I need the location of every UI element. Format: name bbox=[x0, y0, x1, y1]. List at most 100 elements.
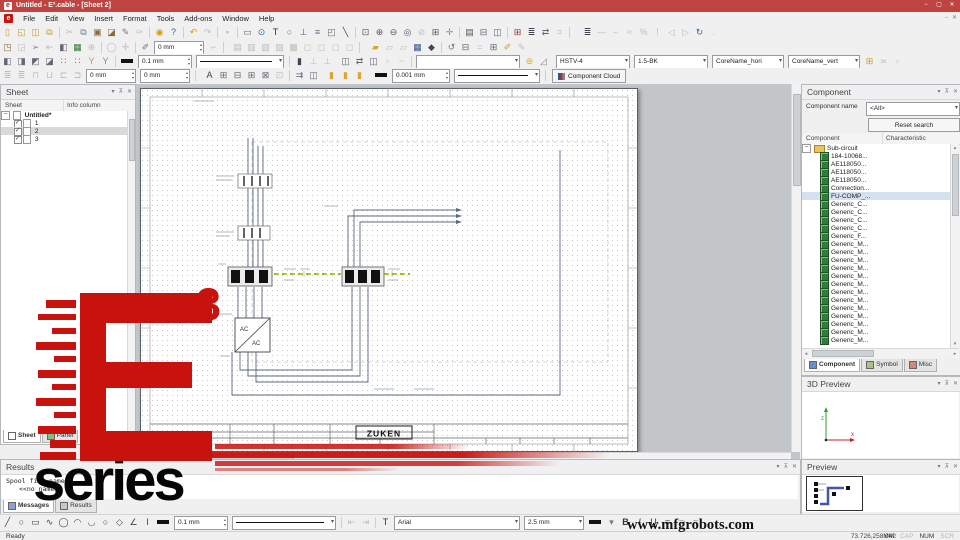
fill-dark-icon[interactable]: ▮ bbox=[293, 55, 306, 68]
dist-a-icon[interactable]: ≣ bbox=[1, 69, 14, 82]
panel-menu-icon[interactable]: ▾ bbox=[938, 377, 941, 391]
component-cloud-button[interactable]: Component Cloud bbox=[552, 69, 626, 83]
component-item[interactable]: Generic_M... bbox=[802, 320, 951, 328]
block-dark-icon[interactable]: ◆ bbox=[425, 41, 438, 54]
component-item[interactable]: Generic_M... bbox=[802, 336, 951, 344]
menu-help[interactable]: Help bbox=[254, 12, 279, 25]
circle-tool-icon[interactable]: ○ bbox=[283, 26, 296, 39]
zoom-prev-icon[interactable]: ⊘ bbox=[415, 26, 428, 39]
pos-y-spinner[interactable]: 0 mm bbox=[140, 69, 190, 83]
pen-edit-icon[interactable]: ✐ bbox=[501, 41, 514, 54]
draw-ibeam-icon[interactable]: I bbox=[141, 516, 154, 529]
component-col2[interactable]: Characteristic bbox=[882, 133, 926, 144]
component-item[interactable]: AE118050... bbox=[802, 168, 951, 176]
target-icon[interactable]: ⊕ bbox=[85, 41, 98, 54]
menu-edit[interactable]: Edit bbox=[40, 12, 63, 25]
grid-c-icon[interactable]: ▧ bbox=[259, 41, 272, 54]
preview-thumbnail[interactable] bbox=[806, 476, 864, 512]
scroll-down-icon[interactable]: ▾ bbox=[951, 340, 959, 348]
move-sheet-icon[interactable]: ⇤ bbox=[43, 41, 56, 54]
panel-menu-icon[interactable]: ▾ bbox=[777, 460, 780, 474]
menu-insert[interactable]: Insert bbox=[89, 12, 118, 25]
sheet-checkbox[interactable] bbox=[14, 136, 22, 144]
panel-close-icon[interactable]: ✕ bbox=[953, 460, 958, 474]
sheet-new-icon[interactable]: ◳ bbox=[1, 41, 14, 54]
component-hscrollbar[interactable]: ◂ ▸ bbox=[802, 348, 959, 358]
zoom-out-icon[interactable]: ⊖ bbox=[387, 26, 400, 39]
panel-close-icon[interactable]: ✕ bbox=[792, 460, 797, 474]
warning-icon[interactable]: ! bbox=[651, 26, 664, 39]
app-menu-icon[interactable]: e bbox=[4, 14, 13, 23]
sheet-ref2-icon[interactable]: ◫ bbox=[367, 55, 380, 68]
panel-menu-icon[interactable]: ▾ bbox=[938, 85, 941, 99]
block-b-icon[interactable]: ▱ bbox=[383, 41, 396, 54]
grid-d-icon[interactable]: ▨ bbox=[273, 41, 286, 54]
tab-panel[interactable]: Panel bbox=[42, 430, 79, 443]
pindots-a-icon[interactable]: ∷ bbox=[57, 55, 70, 68]
save-icon[interactable]: ◫ bbox=[29, 26, 42, 39]
marker-icon[interactable]: ▪ bbox=[221, 26, 234, 39]
component-folder-row[interactable]: −Sub-circuit bbox=[802, 144, 951, 152]
default-dim-spinner[interactable]: 0 mm bbox=[154, 41, 204, 55]
layers-icon[interactable]: ◧ bbox=[57, 41, 70, 54]
dash-a-icon[interactable]: — bbox=[595, 26, 608, 39]
menu-addons[interactable]: Add-ons bbox=[179, 12, 217, 25]
wire-type-combo[interactable]: HSTV-4 bbox=[556, 55, 630, 69]
component-item[interactable]: Generic_M... bbox=[802, 240, 951, 248]
signal-name-combo[interactable] bbox=[416, 55, 520, 69]
component-item[interactable]: Generic_M... bbox=[802, 248, 951, 256]
tab-results[interactable]: Results bbox=[55, 500, 97, 513]
draw-rect-icon[interactable]: ▭ bbox=[29, 516, 42, 529]
draw-ellipse-icon[interactable]: ◯ bbox=[57, 516, 70, 529]
zoom-all-icon[interactable]: ◎ bbox=[401, 26, 414, 39]
draw-arc-down-icon[interactable]: ◡ bbox=[85, 516, 98, 529]
line-style-combo[interactable] bbox=[196, 55, 284, 69]
wye-plain-icon[interactable]: Y bbox=[99, 55, 112, 68]
copy-icon[interactable]: ⧉ bbox=[77, 26, 90, 39]
component-item[interactable]: Generic_C... bbox=[802, 216, 951, 224]
paste-special-icon[interactable]: ◪ bbox=[105, 26, 118, 39]
node-tool-icon[interactable]: ⊥ bbox=[297, 26, 310, 39]
win-a-icon[interactable]: ⊟ bbox=[459, 41, 472, 54]
snap-size-spinner[interactable]: 0.001 mm bbox=[392, 69, 450, 83]
component-item[interactable]: Generic_M... bbox=[802, 264, 951, 272]
pen-b-icon[interactable]: ✎ bbox=[515, 41, 528, 54]
swap-conn-icon[interactable]: ⇄ bbox=[353, 55, 366, 68]
panel-pin-icon[interactable]: ⊼ bbox=[119, 85, 123, 99]
color-pick-icon[interactable]: ▾ bbox=[605, 516, 618, 529]
sheet-col1[interactable]: Sheet bbox=[5, 102, 22, 109]
link-frames-icon[interactable]: ⇄ bbox=[539, 26, 552, 39]
component-item[interactable]: 184-10068... bbox=[802, 152, 951, 160]
block-yellow-icon[interactable]: ▰ bbox=[369, 41, 382, 54]
nav-first-icon[interactable]: ⇤ bbox=[345, 516, 358, 529]
component-name-combo[interactable]: <All> bbox=[866, 102, 960, 116]
perp-a-icon[interactable]: ⊥ bbox=[307, 55, 320, 68]
menu-file[interactable]: File bbox=[18, 12, 40, 25]
tab-component[interactable]: Component bbox=[804, 359, 860, 372]
font-size-combo[interactable]: 2.5 mm bbox=[524, 516, 584, 530]
tbl-b-icon[interactable]: ⊟ bbox=[231, 69, 244, 82]
select-tool-icon[interactable]: ▭ bbox=[241, 26, 254, 39]
tbl-e-icon[interactable]: ⊡ bbox=[273, 69, 286, 82]
wire-group-combo[interactable]: 1.5-BK bbox=[634, 55, 708, 69]
panel-close-icon[interactable]: ✕ bbox=[127, 85, 132, 99]
table-view-icon[interactable]: ⊞ bbox=[511, 26, 524, 39]
panel-pin-icon[interactable]: ⊼ bbox=[945, 460, 949, 474]
grid-g-icon[interactable]: ◻ bbox=[315, 41, 328, 54]
reload-icon[interactable]: ↺ bbox=[445, 41, 458, 54]
panel-close-icon[interactable]: ✕ bbox=[953, 85, 958, 99]
align-right2-icon[interactable]: ≡ bbox=[689, 516, 702, 529]
pointer-mode-icon[interactable]: ➢ bbox=[29, 41, 42, 54]
component-item[interactable]: Generic_M... bbox=[802, 280, 951, 288]
reset-search-button[interactable]: Reset search bbox=[868, 118, 960, 132]
text-tool-icon[interactable]: T bbox=[269, 26, 282, 39]
window-tile-icon[interactable]: ◫ bbox=[491, 26, 504, 39]
panel-tool-icon[interactable]: ◰ bbox=[325, 26, 338, 39]
tbl-d-icon[interactable]: ⊠ bbox=[259, 69, 272, 82]
draw-width-spinner[interactable]: 0.1 mm bbox=[174, 516, 228, 530]
color-swatch[interactable] bbox=[589, 520, 601, 524]
component-item[interactable]: Generic_M... bbox=[802, 296, 951, 304]
notes-icon[interactable]: ≣ bbox=[581, 26, 594, 39]
tab-messages[interactable]: Messages bbox=[3, 500, 54, 513]
panel-menu-icon[interactable]: ▾ bbox=[938, 460, 941, 474]
